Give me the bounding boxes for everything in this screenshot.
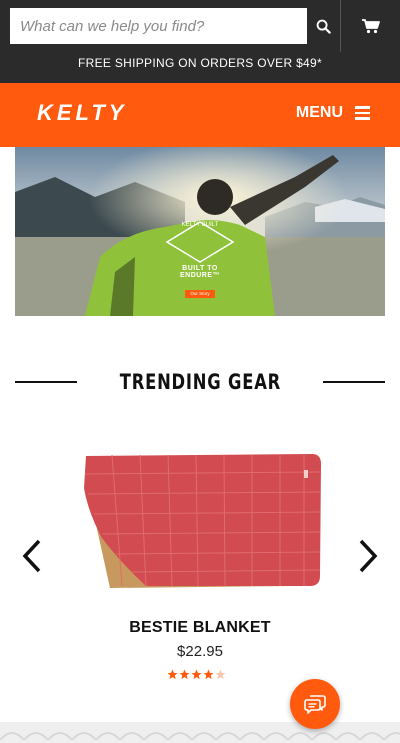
hero-badge: KELTY BUILT [181, 222, 219, 228]
chat-button[interactable] [290, 679, 340, 729]
star-icon [203, 669, 214, 680]
section-divider-right [323, 381, 386, 383]
brand-bar: KELTY MENU [0, 83, 400, 147]
search-button[interactable] [307, 8, 340, 44]
product-rating [167, 669, 226, 680]
section-header: TRENDING GEAR [15, 366, 386, 398]
top-bar: FREE SHIPPING ON ORDERS OVER $49* [0, 0, 400, 83]
cart-icon [361, 19, 380, 34]
search-field-wrapper [10, 8, 307, 44]
chevron-right-icon [359, 539, 378, 573]
hero-banner[interactable]: KELTY BUILT BUILT TO ENDURE™ Our Story [15, 147, 385, 316]
footer-pattern [0, 722, 400, 743]
menu-label: MENU [295, 104, 343, 121]
promo-banner: FREE SHIPPING ON ORDERS OVER $49* [78, 56, 322, 70]
section-divider-left [15, 381, 77, 383]
star-icon [215, 669, 226, 680]
carousel-next-button[interactable] [356, 538, 380, 574]
section-title: TRENDING GEAR [119, 370, 281, 394]
hero-cta-button[interactable]: Our Story [185, 290, 215, 298]
chat-icon [304, 695, 326, 714]
search-input[interactable] [10, 8, 307, 44]
carousel-prev-button[interactable] [20, 538, 44, 574]
chevron-left-icon [22, 539, 41, 573]
brand-logo[interactable]: KELTY [37, 100, 127, 126]
search-icon [316, 19, 331, 34]
hero-tagline: BUILT TO ENDURE™ [179, 265, 221, 279]
product-name[interactable]: BESTIE BLANKET [0, 619, 400, 637]
product-image[interactable] [80, 452, 322, 590]
star-icon [167, 669, 178, 680]
menu-button[interactable]: MENU [296, 104, 370, 122]
cart-button[interactable] [341, 0, 400, 52]
star-icon [179, 669, 190, 680]
star-icon [191, 669, 202, 680]
hamburger-icon [355, 106, 370, 120]
product-price: $22.95 [177, 643, 223, 660]
